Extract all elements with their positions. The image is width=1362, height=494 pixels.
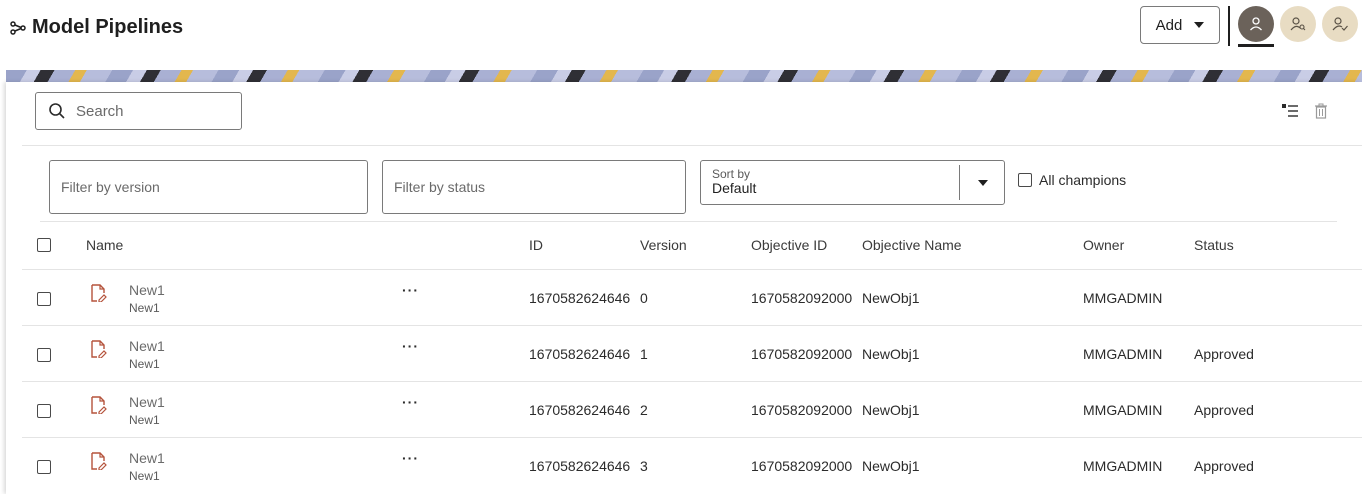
pipeline-icon <box>10 20 26 35</box>
cell-owner: MMGADMIN <box>1083 402 1163 418</box>
model-document-icon <box>91 396 107 414</box>
cell-objective-name: NewObj1 <box>862 458 920 474</box>
page-header: Model Pipelines Add <box>0 0 1362 70</box>
cell-id: 1670582624646 <box>529 346 631 362</box>
table-row[interactable]: New1 New1 ··· 1670582624646 0 1670582092000 Ne… <box>22 269 1362 325</box>
all-champions-label: All champions <box>1039 172 1127 188</box>
cell-objective-id: 1670582092000 <box>751 402 853 418</box>
person-icon <box>1250 17 1262 31</box>
pipeline-subname: New1 <box>129 301 160 315</box>
model-document-icon <box>91 340 107 358</box>
person-search-icon <box>1290 17 1306 31</box>
delete-icon[interactable] <box>1314 103 1328 119</box>
cell-owner: MMGADMIN <box>1083 346 1163 362</box>
cell-objective-name: NewObj1 <box>862 290 920 306</box>
person-check-icon <box>1332 17 1348 31</box>
cell-objective-id: 1670582092000 <box>751 346 853 362</box>
all-champions-toggle[interactable]: All champions <box>1018 172 1126 188</box>
sort-divider <box>959 165 960 200</box>
select-all-checkbox[interactable] <box>37 238 51 252</box>
row-actions-menu[interactable]: ··· <box>402 338 419 354</box>
user-view-avatar[interactable] <box>1238 6 1274 42</box>
column-header-version[interactable]: Version <box>640 237 687 253</box>
cell-owner: MMGADMIN <box>1083 458 1163 474</box>
pipeline-subname: New1 <box>129 413 160 427</box>
cell-objective-name: NewObj1 <box>862 402 920 418</box>
cell-objective-name: NewObj1 <box>862 346 920 362</box>
pipeline-name-link[interactable]: New1 <box>129 450 165 466</box>
cell-status: Approved <box>1194 402 1254 418</box>
sort-label: Sort by <box>712 167 751 181</box>
column-header-status[interactable]: Status <box>1194 237 1234 253</box>
cell-id: 1670582624646 <box>529 402 631 418</box>
table-row[interactable]: New1 New1 ··· 1670582624646 2 1670582092000 Ne… <box>22 381 1362 437</box>
table-row[interactable]: New1 New1 ··· 1670582624646 1 1670582092000 Ne… <box>22 325 1362 381</box>
column-header-objective-name[interactable]: Objective Name <box>862 237 962 253</box>
model-document-icon <box>91 284 107 302</box>
approver-view-avatar[interactable] <box>1322 6 1358 42</box>
version-filter[interactable] <box>49 160 368 214</box>
pipeline-name-link[interactable]: New1 <box>129 282 165 298</box>
version-filter-input[interactable] <box>50 161 367 213</box>
active-avatar-indicator <box>1238 44 1274 47</box>
chevron-down-icon[interactable] <box>978 180 988 186</box>
cell-status: Approved <box>1194 458 1254 474</box>
sort-value: Default <box>712 180 757 196</box>
model-document-icon <box>91 452 107 470</box>
row-actions-menu[interactable]: ··· <box>402 394 419 410</box>
sort-select[interactable]: Sort by Default <box>700 160 1005 205</box>
row-checkbox[interactable] <box>37 404 51 418</box>
cell-status: Approved <box>1194 346 1254 362</box>
reviewer-view-avatar[interactable] <box>1280 6 1316 42</box>
row-actions-menu[interactable]: ··· <box>402 450 419 466</box>
chevron-down-icon <box>1194 22 1205 28</box>
cell-id: 1670582624646 <box>529 290 631 306</box>
cell-version: 0 <box>640 290 648 306</box>
cell-version: 1 <box>640 346 648 362</box>
divider <box>22 145 1362 146</box>
search-icon <box>49 103 65 119</box>
column-header-owner[interactable]: Owner <box>1083 237 1124 253</box>
cell-id: 1670582624646 <box>529 458 631 474</box>
cell-version: 2 <box>640 402 648 418</box>
decorative-banner <box>6 70 1362 82</box>
cell-version: 3 <box>640 458 648 474</box>
row-checkbox[interactable] <box>37 460 51 474</box>
pipeline-subname: New1 <box>129 469 160 483</box>
pipeline-name-link[interactable]: New1 <box>129 338 165 354</box>
cell-objective-id: 1670582092000 <box>751 290 853 306</box>
row-checkbox[interactable] <box>37 348 51 362</box>
status-filter-input[interactable] <box>383 161 685 213</box>
header-divider <box>1228 6 1230 46</box>
add-button[interactable]: Add <box>1140 6 1220 44</box>
title-group: Model Pipelines <box>10 16 183 39</box>
page-title: Model Pipelines <box>32 16 184 38</box>
search-box[interactable] <box>35 92 242 130</box>
row-checkbox[interactable] <box>37 292 51 306</box>
divider <box>40 221 1337 222</box>
column-header-objective-id[interactable]: Objective ID <box>751 237 827 253</box>
cell-objective-id: 1670582092000 <box>751 458 853 474</box>
column-header-id[interactable]: ID <box>529 237 543 253</box>
column-header-name[interactable]: Name <box>86 237 123 253</box>
status-filter[interactable] <box>382 160 686 214</box>
all-champions-checkbox[interactable] <box>1018 173 1032 187</box>
row-actions-menu[interactable]: ··· <box>402 282 419 298</box>
add-button-label: Add <box>1155 16 1183 34</box>
pipeline-name-link[interactable]: New1 <box>129 394 165 410</box>
search-input[interactable] <box>76 102 226 120</box>
cell-owner: MMGADMIN <box>1083 290 1163 306</box>
table-row[interactable]: New1 New1 ··· 1670582624646 3 1670582092000 Ne… <box>22 437 1362 493</box>
list-view-icon[interactable] <box>1282 104 1298 118</box>
pipeline-subname: New1 <box>129 357 160 371</box>
